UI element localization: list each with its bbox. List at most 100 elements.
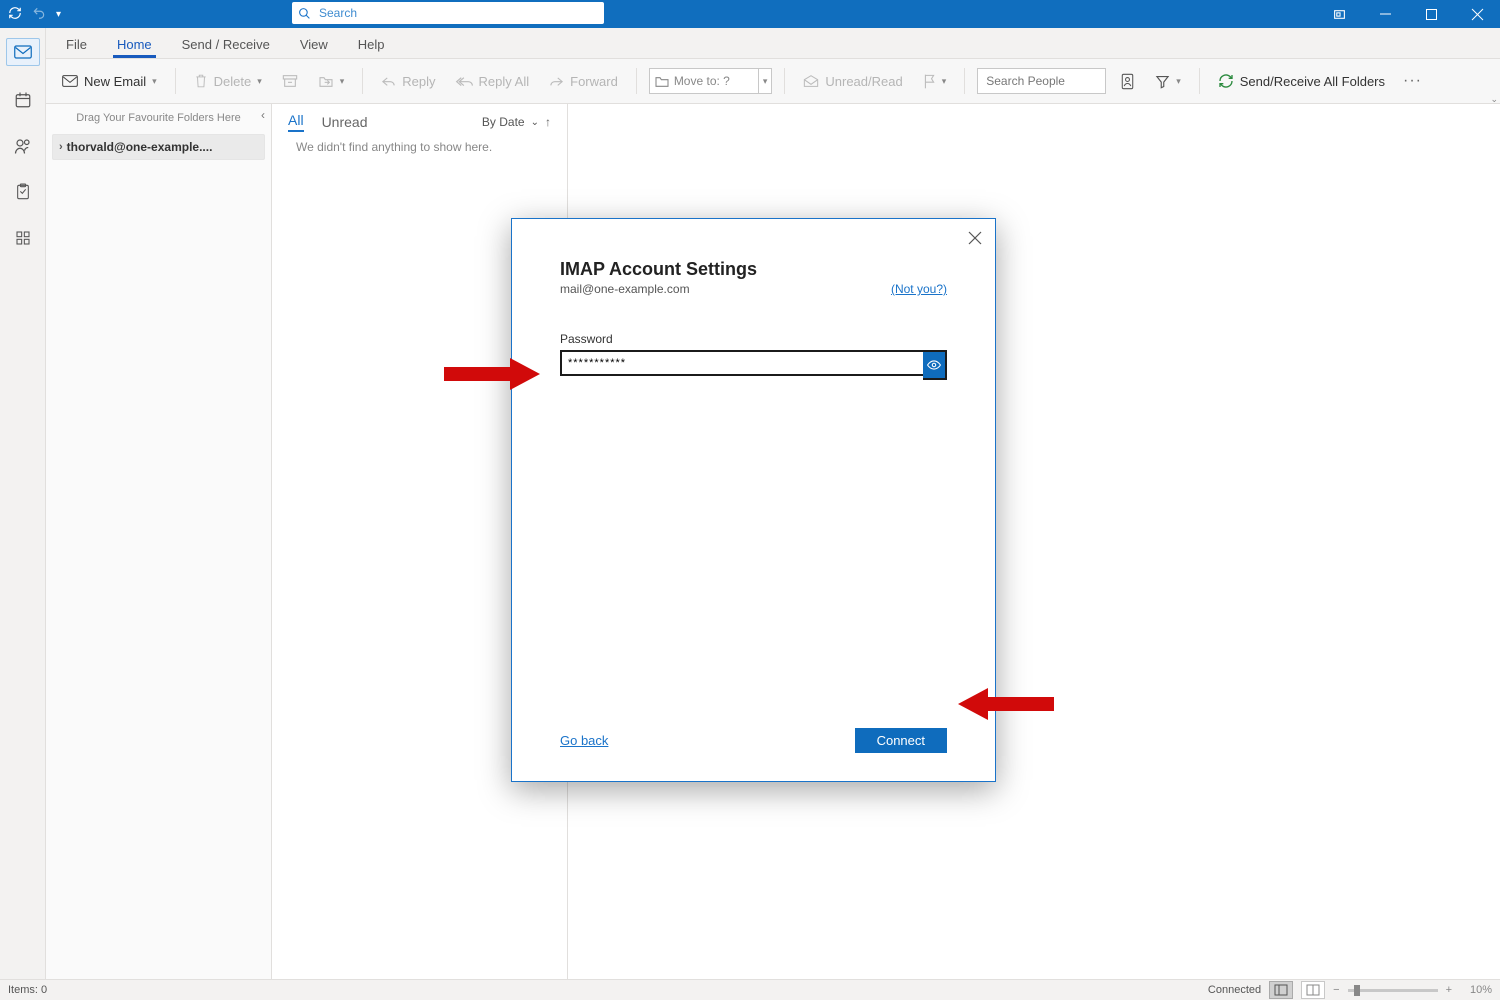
chevron-down-icon: ⌄	[531, 117, 539, 128]
go-back-link[interactable]: Go back	[560, 733, 608, 748]
dialog-close-button[interactable]	[965, 227, 985, 251]
separator	[175, 68, 176, 94]
tab-help[interactable]: Help	[354, 35, 389, 58]
search-icon	[298, 7, 311, 20]
send-receive-all-button[interactable]: Send/Receive All Folders	[1212, 69, 1391, 93]
address-book-button[interactable]	[1114, 69, 1141, 94]
search-people-input[interactable]	[984, 73, 1099, 89]
dialog-email: mail@one-example.com	[560, 282, 690, 296]
zoom-in-button[interactable]: +	[1446, 984, 1452, 996]
move-to-combo[interactable]: Move to: ? ▾	[649, 68, 773, 94]
move-button[interactable]: ▾	[312, 70, 351, 92]
title-bar: ▾	[0, 0, 1500, 28]
global-search[interactable]	[292, 2, 604, 24]
refresh-icon[interactable]	[8, 6, 22, 23]
dialog-title: IMAP Account Settings	[560, 259, 947, 280]
reply-all-label: Reply All	[479, 74, 530, 89]
ribbon-display-icon[interactable]	[1316, 0, 1362, 28]
reply-button[interactable]: Reply	[375, 70, 441, 93]
password-label: Password	[560, 332, 947, 346]
tab-home[interactable]: Home	[113, 35, 156, 58]
account-node[interactable]: › thorvald@one-example....	[52, 134, 265, 160]
forward-label: Forward	[570, 74, 618, 89]
status-items: Items: 0	[8, 984, 47, 996]
view-reading-button[interactable]	[1301, 981, 1325, 999]
minimize-button[interactable]	[1362, 0, 1408, 28]
chevron-down-icon: ▾	[340, 76, 345, 87]
annotation-arrow-password	[444, 354, 540, 394]
not-you-link[interactable]: (Not you?)	[891, 282, 947, 296]
maximize-button[interactable]	[1408, 0, 1454, 28]
left-nav-bar	[0, 28, 46, 980]
zoom-slider[interactable]	[1348, 989, 1438, 992]
tasks-nav-icon[interactable]	[9, 180, 37, 204]
separator	[964, 68, 965, 94]
filter-all-tab[interactable]: All	[288, 112, 304, 132]
forward-button[interactable]: Forward	[543, 70, 624, 93]
ribbon: New Email ▾ Delete ▾ ▾	[46, 59, 1500, 104]
move-to-label: Move to: ?	[674, 74, 758, 88]
flag-button[interactable]: ▾	[917, 70, 953, 93]
sync-icon	[1218, 73, 1234, 89]
new-email-label: New Email	[84, 74, 146, 89]
status-bar: Items: 0 Connected − + 10%	[0, 979, 1500, 1000]
account-label: thorvald@one-example....	[67, 140, 213, 154]
mail-nav-icon[interactable]	[6, 38, 40, 66]
people-nav-icon[interactable]	[9, 134, 37, 158]
filter-unread-tab[interactable]: Unread	[322, 114, 368, 130]
qat-dropdown-icon[interactable]: ▾	[56, 9, 61, 20]
tab-send-receive[interactable]: Send / Receive	[178, 35, 274, 58]
reply-icon	[381, 75, 396, 87]
connect-button[interactable]: Connect	[855, 728, 947, 753]
delete-button[interactable]: Delete ▾	[188, 69, 268, 93]
chevron-down-icon: ▾	[942, 76, 947, 87]
calendar-nav-icon[interactable]	[9, 88, 37, 112]
password-input[interactable]	[560, 350, 923, 376]
filter-button[interactable]: ▾	[1149, 70, 1187, 93]
chevron-down-icon: ▾	[152, 76, 157, 87]
view-normal-button[interactable]	[1269, 981, 1293, 999]
archive-button[interactable]	[276, 70, 304, 92]
search-people[interactable]	[977, 68, 1106, 94]
sort-label: By Date	[482, 115, 525, 129]
archive-icon	[282, 74, 298, 88]
folder-icon	[654, 74, 670, 88]
separator	[362, 68, 363, 94]
collapse-ribbon-icon[interactable]: ⌄	[1490, 94, 1498, 105]
tab-file[interactable]: File	[62, 35, 91, 58]
imap-settings-dialog: IMAP Account Settings mail@one-example.c…	[511, 218, 996, 782]
separator	[1199, 68, 1200, 94]
zoom-out-button[interactable]: −	[1333, 984, 1339, 996]
app-window: ▾	[0, 0, 1500, 1000]
trash-icon	[194, 73, 208, 89]
sort-direction-icon[interactable]: ↑	[545, 115, 551, 129]
flag-icon	[923, 74, 936, 89]
sort-menu[interactable]: By Date ⌄ ↑	[482, 115, 551, 129]
chevron-down-icon: ▾	[257, 76, 262, 87]
more-nav-icon[interactable]	[9, 226, 37, 250]
ribbon-tabs: File Home Send / Receive View Help	[46, 28, 1500, 59]
reply-all-button[interactable]: Reply All	[450, 70, 536, 93]
collapse-folder-pane-icon[interactable]: ‹	[261, 108, 265, 122]
unread-read-label: Unread/Read	[825, 74, 902, 89]
ribbon-overflow-icon[interactable]: ···	[1403, 72, 1422, 90]
status-connected: Connected	[1208, 984, 1261, 996]
folder-pane: ‹ Drag Your Favourite Folders Here › tho…	[46, 104, 272, 980]
tab-view[interactable]: View	[296, 35, 332, 58]
new-email-button[interactable]: New Email ▾	[56, 70, 163, 93]
chevron-down-icon: ▾	[758, 69, 772, 93]
separator	[636, 68, 637, 94]
forward-icon	[549, 75, 564, 87]
unread-read-button[interactable]: Unread/Read	[797, 70, 908, 93]
separator	[784, 68, 785, 94]
folder-move-icon	[318, 74, 334, 88]
undo-icon[interactable]	[32, 6, 46, 23]
global-search-input[interactable]	[317, 5, 598, 21]
show-password-button[interactable]	[923, 350, 947, 380]
envelope-open-icon	[803, 74, 819, 88]
favorites-hint: Drag Your Favourite Folders Here	[46, 104, 271, 128]
filter-icon	[1155, 74, 1170, 89]
empty-message-list: We didn't find anything to show here.	[272, 134, 567, 154]
close-button[interactable]	[1454, 0, 1500, 28]
delete-label: Delete	[214, 74, 252, 89]
